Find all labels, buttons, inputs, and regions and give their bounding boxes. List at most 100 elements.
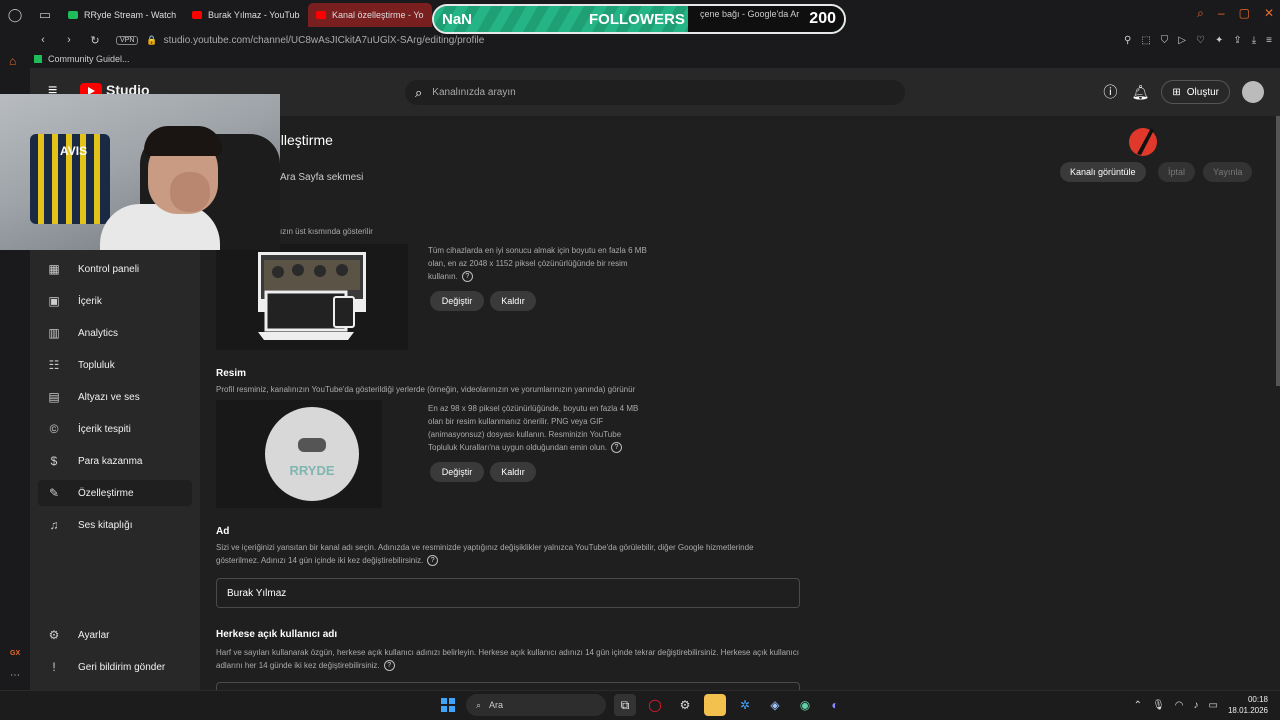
- maximize-icon[interactable]: ▢: [1239, 6, 1250, 21]
- followers-goal: 200: [809, 10, 836, 27]
- reload-icon[interactable]: ↻: [86, 34, 104, 47]
- help-icon[interactable]: ⓘ: [1101, 82, 1119, 102]
- picture-remove-button[interactable]: Kaldır: [490, 462, 536, 482]
- opera-menu-icon[interactable]: ◯: [0, 0, 30, 30]
- sidebar-item-audio-library[interactable]: ♫ Ses kitaplığı: [38, 512, 192, 538]
- wifi-icon[interactable]: ◠: [1175, 700, 1184, 711]
- channel-brand-logo: [1129, 128, 1157, 156]
- taskbar-search[interactable]: ⌕ Ara: [466, 694, 606, 716]
- opera-gx-icon[interactable]: ◯: [644, 694, 666, 716]
- dashboard-icon: ▦: [48, 262, 60, 276]
- sidebar-item-community[interactable]: ☷ Topluluk: [38, 352, 192, 378]
- search-icon[interactable]: ⌕: [415, 85, 422, 101]
- steam-icon[interactable]: ◈: [764, 694, 786, 716]
- sidebar-item-earn[interactable]: $ Para kazanma: [38, 448, 192, 474]
- sidebar-item-subtitles[interactable]: ▤ Altyazı ve ses: [38, 384, 192, 410]
- file-explorer-icon[interactable]: [704, 694, 726, 716]
- shield-icon[interactable]: ⛉: [1161, 35, 1169, 46]
- sidebar-item-settings[interactable]: ⚙ Ayarlar: [38, 622, 192, 648]
- battery-icon[interactable]: ▭: [1209, 700, 1218, 711]
- streamer-body: [100, 204, 220, 250]
- clock[interactable]: 00:18 18.01.2026: [1228, 694, 1268, 716]
- account-avatar[interactable]: [1242, 81, 1264, 103]
- sidebar-item-dashboard[interactable]: ▦ Kontrol paneli: [38, 256, 192, 282]
- pin-icon[interactable]: ⚲: [1124, 35, 1131, 46]
- browser-tab[interactable]: Burak Yılmaz - YouTube: [184, 3, 308, 27]
- sidebar-item-customization[interactable]: ✎ Özelleştirme: [38, 480, 192, 506]
- name-description: Sizi ve içeriğinizi yansıtan bir kanal a…: [216, 543, 754, 567]
- create-button[interactable]: ⊞ Oluştur: [1161, 80, 1230, 104]
- publish-button[interactable]: Yayınla: [1203, 162, 1253, 182]
- search-input[interactable]: [432, 87, 853, 98]
- picture-description: Profil resminiz, kanalınızın YouTube'da …: [216, 385, 636, 394]
- picture-preview: RRYDE: [216, 400, 382, 508]
- channel-name-input[interactable]: [216, 578, 800, 608]
- more-icon[interactable]: ⋯: [10, 670, 20, 681]
- url-field[interactable]: studio.youtube.com/channel/UC8wAsJICkitA…: [164, 35, 485, 46]
- bookmark-item[interactable]: Community Guidel...: [48, 54, 130, 64]
- youtube-favicon-icon: [192, 11, 202, 19]
- handle-input[interactable]: [216, 682, 800, 690]
- back-icon[interactable]: ‹: [34, 34, 52, 46]
- subtitles-icon: ▤: [48, 390, 60, 404]
- profile-picture-illustration: RRYDE: [265, 407, 359, 501]
- webcam-overlay: AVIS: [0, 94, 280, 250]
- volume-icon[interactable]: ♪: [1194, 700, 1199, 711]
- camera-plus-icon: ⊞: [1172, 86, 1181, 98]
- monetization-icon: $: [50, 454, 58, 468]
- tab-home[interactable]: Ara Sayfa sekmesi: [280, 172, 363, 183]
- banner-change-button[interactable]: Değiştir: [430, 291, 484, 311]
- sidebar-item-content[interactable]: ▣ İçerik: [38, 288, 192, 314]
- help-icon[interactable]: ?: [427, 555, 439, 567]
- youtube-favicon-icon: [316, 11, 326, 19]
- taskbar-apps: ⌕ Ara ⧉ ◯ ⚙ ✲ ◈ ◉ ◐: [438, 694, 846, 716]
- banner-remove-button[interactable]: Kaldır: [490, 291, 536, 311]
- sidebar-item-feedback[interactable]: ! Geri bildirim gönder: [38, 654, 192, 680]
- forward-icon[interactable]: ›: [60, 34, 78, 46]
- scrollbar[interactable]: [1276, 116, 1280, 386]
- help-icon[interactable]: ?: [610, 442, 622, 454]
- network-app-icon[interactable]: ✲: [734, 694, 756, 716]
- mic-icon[interactable]: 🎙︎: [1152, 700, 1165, 711]
- help-icon[interactable]: ?: [461, 271, 473, 283]
- chevron-up-icon[interactable]: ⌃: [1134, 700, 1142, 711]
- view-channel-button[interactable]: Kanalı görüntüle: [1060, 162, 1146, 182]
- windows-start-icon[interactable]: [438, 695, 458, 715]
- close-icon[interactable]: ✕: [1264, 6, 1274, 21]
- sidebar-item-analytics[interactable]: ▥ Analytics: [38, 320, 192, 346]
- cancel-button[interactable]: İptal: [1158, 162, 1196, 182]
- handle-section-title: Herkese açık kullanıcı adı: [216, 629, 338, 640]
- sidebar-item-copyright[interactable]: © İçerik tespiti: [38, 416, 192, 442]
- followers-current: NaN: [442, 10, 473, 28]
- download-icon[interactable]: ⤓: [1252, 35, 1256, 46]
- help-icon[interactable]: ?: [383, 660, 395, 672]
- search-tabs-icon[interactable]: ⌕: [1197, 6, 1204, 21]
- avatar-text: RRYDE: [289, 463, 334, 478]
- lock-icon[interactable]: 🔒: [146, 35, 157, 46]
- tab-overview-icon[interactable]: ▭: [30, 0, 60, 30]
- task-view-icon[interactable]: ⧉: [614, 694, 636, 716]
- minimize-icon[interactable]: –: [1218, 6, 1225, 21]
- opera-store-icon[interactable]: ⌂: [9, 54, 16, 68]
- snapshot-icon[interactable]: ⬚: [1141, 35, 1150, 46]
- puzzle-icon[interactable]: ✦: [1215, 35, 1223, 46]
- browser-tab-label[interactable]: çene bağı - Google'da Ar: [700, 9, 799, 19]
- share-icon[interactable]: ⇪: [1233, 35, 1241, 46]
- bell-icon[interactable]: 🔔︎: [1131, 84, 1149, 101]
- channel-search: ⌕: [405, 80, 905, 105]
- player-icon[interactable]: ▷: [1178, 35, 1186, 46]
- discord-icon[interactable]: ◐: [824, 694, 846, 716]
- browser-tab[interactable]: RRyde Stream - Watch Liv: [60, 3, 184, 27]
- banner-devices-illustration: [258, 252, 366, 340]
- menu-icon[interactable]: ≡: [1266, 35, 1272, 46]
- extension-icons: ⚲ ⬚ ⛉ ▷ ♡ ✦ ⇪ ⤓ ≡: [1124, 35, 1272, 46]
- browser-tab-active[interactable]: Kanal özelleştirme - YouT: [308, 3, 432, 27]
- picture-change-button[interactable]: Değiştir: [430, 462, 484, 482]
- settings-app-icon[interactable]: ⚙: [674, 694, 696, 716]
- vpn-badge[interactable]: VPN: [116, 35, 139, 45]
- heart-icon[interactable]: ♡: [1196, 35, 1205, 46]
- jersey-text: AVIS: [60, 144, 88, 158]
- gear-icon: ⚙: [48, 628, 60, 642]
- gx-label[interactable]: GX: [10, 650, 20, 657]
- edge-icon[interactable]: ◉: [794, 694, 816, 716]
